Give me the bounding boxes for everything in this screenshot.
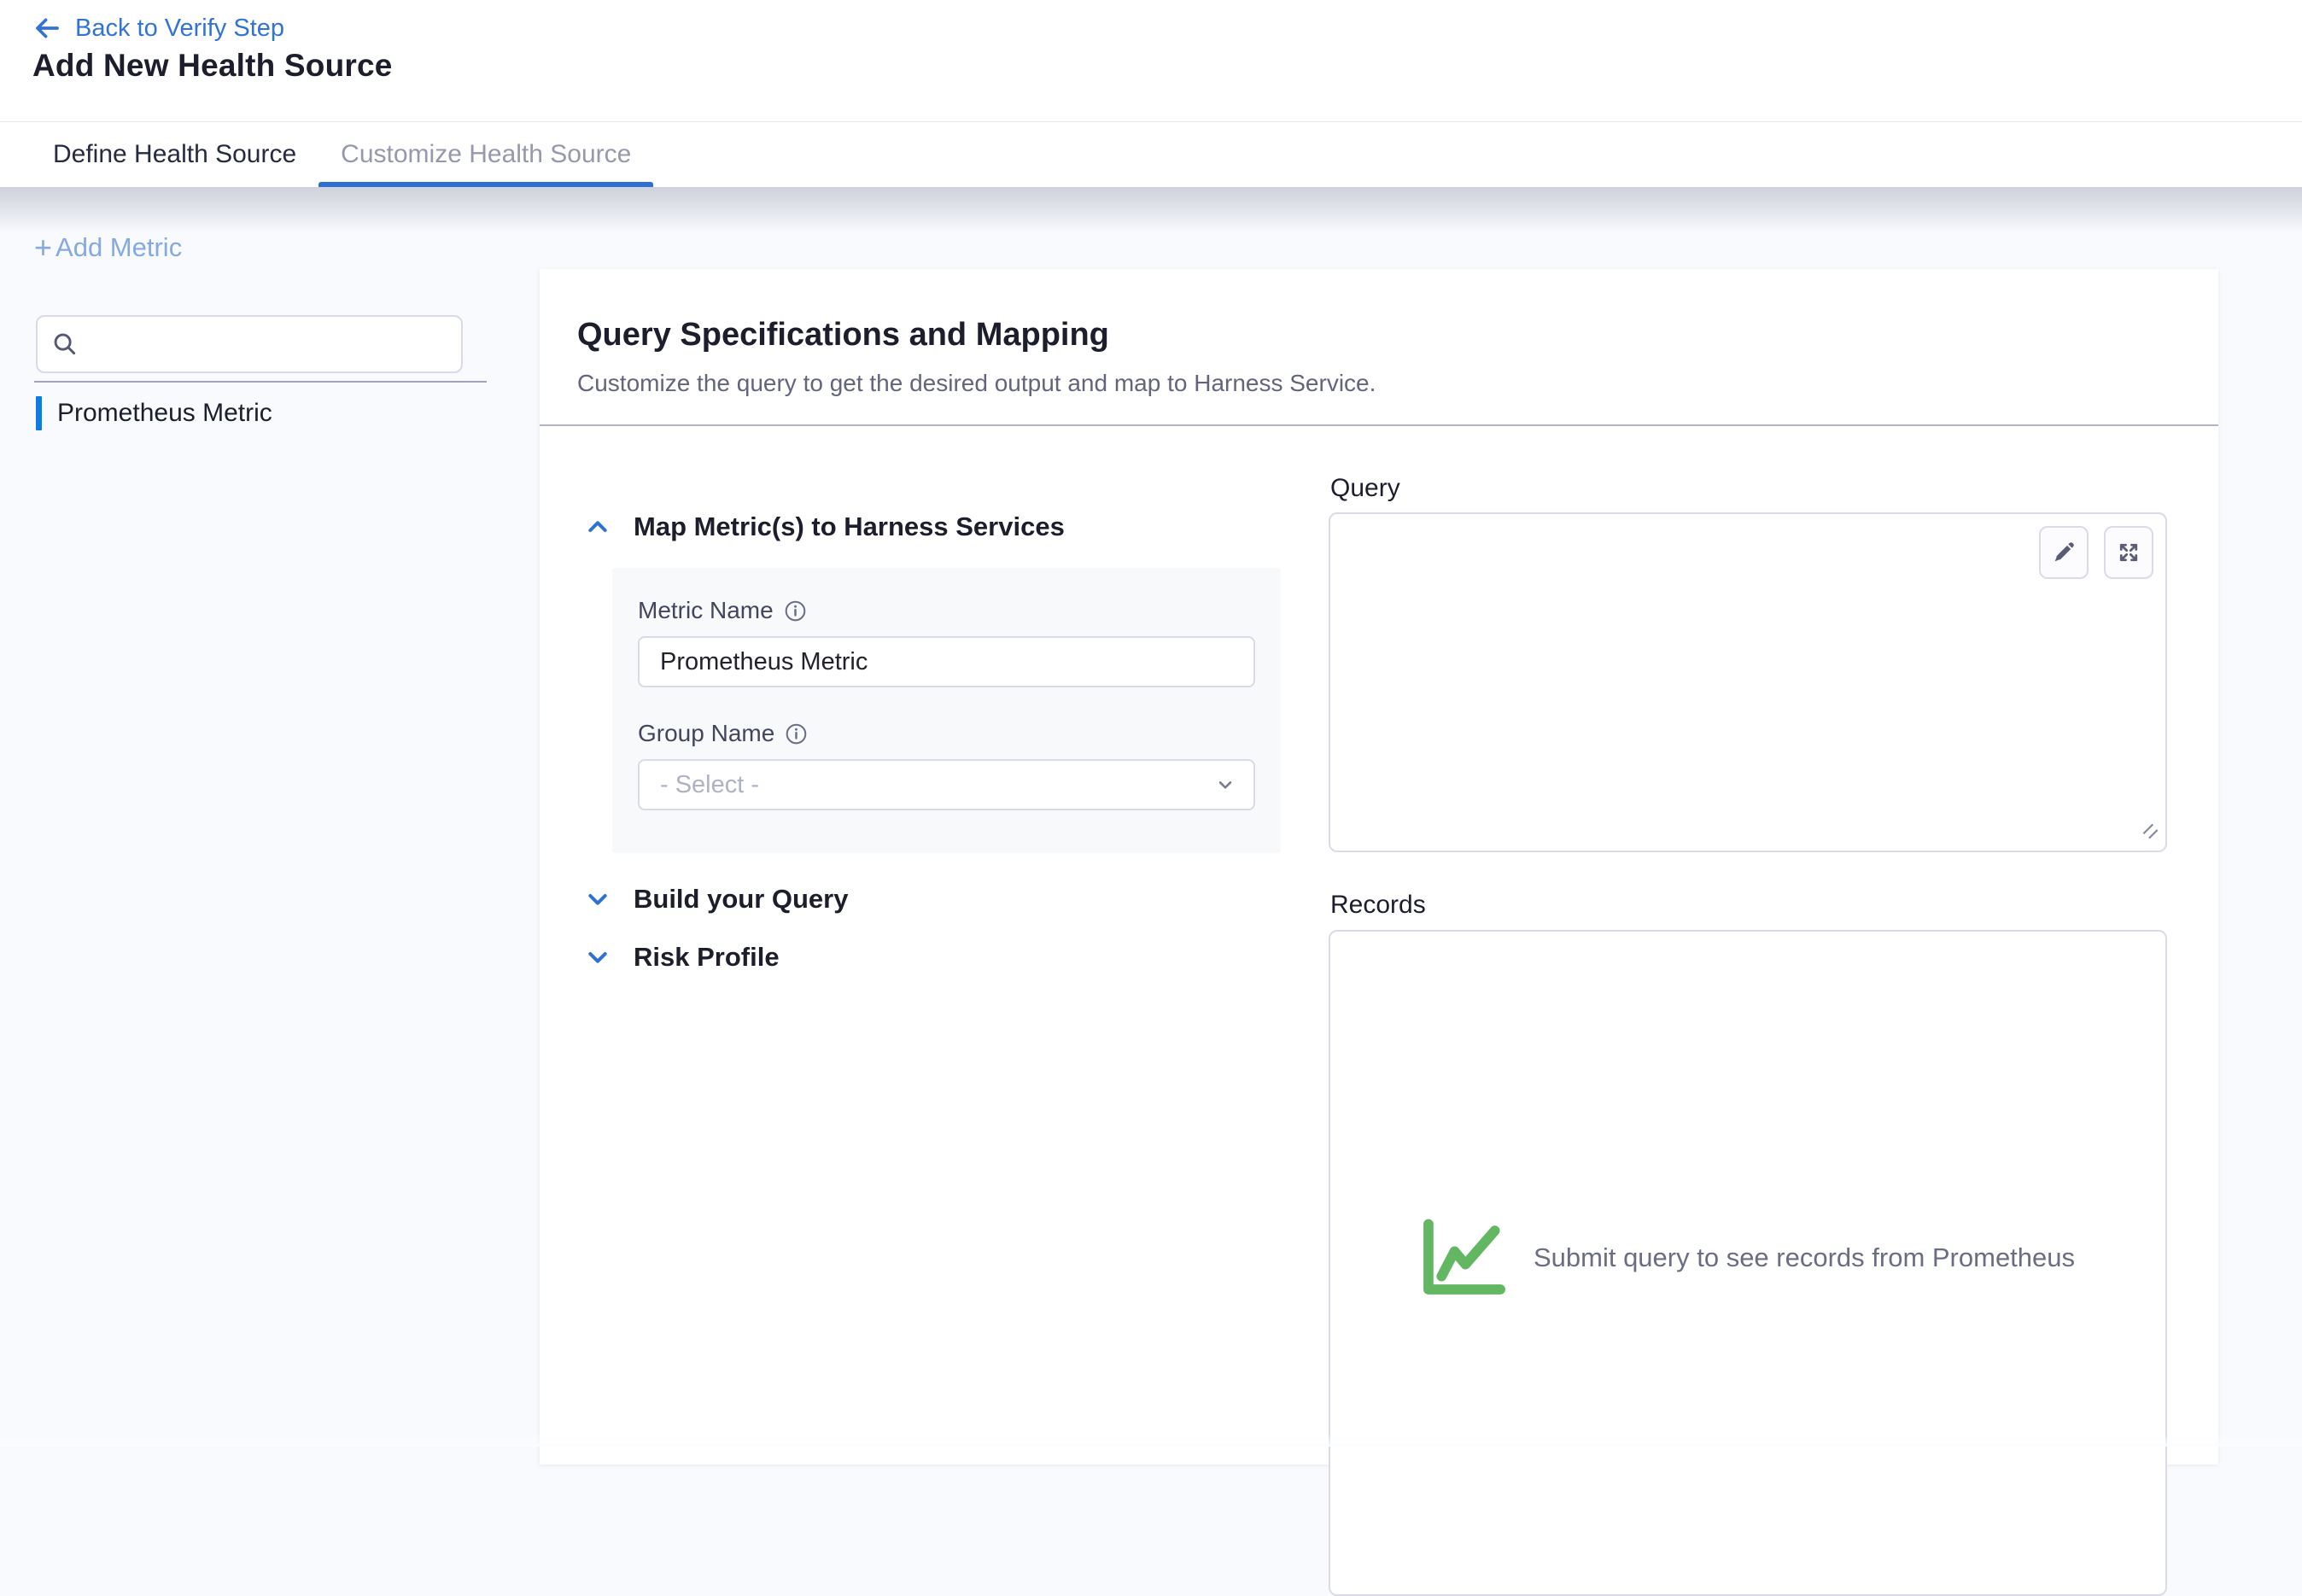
metric-name-input[interactable] — [638, 636, 1255, 687]
active-tab-indicator — [318, 182, 653, 187]
group-name-select-value: - Select - — [660, 771, 759, 799]
info-icon[interactable] — [785, 722, 808, 745]
back-to-verify-step-link[interactable]: Back to Verify Step — [32, 14, 284, 43]
panel-subtitle: Customize the query to get the desired o… — [577, 370, 1376, 397]
plus-icon: + — [34, 232, 52, 263]
metric-list-item-prometheus[interactable]: Prometheus Metric — [36, 394, 497, 433]
metric-name-label-row: Metric Name — [638, 597, 1255, 624]
sidebar-divider — [34, 381, 487, 383]
metric-search-box — [36, 315, 463, 373]
tab-customize-health-source[interactable]: Customize Health Source — [318, 122, 653, 187]
section-risk-label: Risk Profile — [634, 942, 780, 973]
search-icon — [51, 330, 79, 358]
query-actions — [2039, 526, 2153, 579]
group-name-label-row: Group Name — [638, 720, 1255, 747]
tabbar-shadow — [0, 187, 2302, 233]
section-build-label: Build your Query — [634, 884, 848, 915]
records-label: Records — [1330, 891, 1426, 920]
chevron-down-icon — [584, 944, 611, 971]
group-name-label: Group Name — [638, 720, 774, 747]
line-chart-icon — [1421, 1219, 1508, 1297]
tab-define-health-source[interactable]: Define Health Source — [31, 122, 318, 187]
chevron-down-icon — [584, 886, 611, 913]
tab-define-label: Define Health Source — [53, 140, 296, 169]
query-box — [1329, 512, 2167, 852]
tab-customize-label: Customize Health Source — [341, 140, 631, 169]
selected-metric-indicator — [36, 396, 42, 430]
query-label: Query — [1330, 474, 1400, 503]
expand-icon — [2117, 541, 2141, 564]
section-map-metrics[interactable]: Map Metric(s) to Harness Services — [584, 508, 1065, 546]
resize-handle-icon[interactable] — [2139, 820, 2161, 846]
page-header: Back to Verify Step Add New Health Sourc… — [0, 0, 2302, 121]
metric-search-input[interactable] — [89, 317, 461, 371]
info-icon[interactable] — [784, 599, 807, 623]
back-arrow-icon — [32, 14, 61, 43]
panel-title: Query Specifications and Mapping — [577, 317, 1109, 354]
add-metric-button[interactable]: + Add Metric — [34, 232, 182, 263]
add-metric-label: Add Metric — [56, 232, 182, 263]
query-specifications-panel: Query Specifications and Mapping Customi… — [540, 269, 2218, 1464]
chevron-up-icon — [584, 513, 611, 541]
metric-item-label: Prometheus Metric — [57, 399, 272, 428]
back-link-label: Back to Verify Step — [75, 15, 284, 43]
edit-query-button[interactable] — [2039, 526, 2089, 579]
page-title: Add New Health Source — [32, 48, 393, 84]
pencil-icon — [2052, 541, 2076, 564]
metric-name-label: Metric Name — [638, 597, 774, 624]
records-box: Submit query to see records from Prometh… — [1329, 930, 2167, 1596]
section-build-your-query[interactable]: Build your Query — [584, 880, 848, 918]
health-source-tabbar: Define Health Source Customize Health So… — [0, 121, 2302, 187]
section-map-label: Map Metric(s) to Harness Services — [634, 512, 1065, 542]
chevron-down-icon — [1214, 774, 1236, 796]
panel-header-divider — [540, 424, 2218, 426]
map-metric-form-card: Metric Name Group Name - Select — [612, 568, 1281, 853]
section-risk-profile[interactable]: Risk Profile — [584, 938, 780, 976]
records-empty-message: Submit query to see records from Prometh… — [1534, 1242, 2075, 1273]
group-name-select[interactable]: - Select - — [638, 759, 1255, 810]
expand-query-button[interactable] — [2104, 526, 2153, 579]
records-empty-state: Submit query to see records from Prometh… — [1330, 1219, 2165, 1297]
